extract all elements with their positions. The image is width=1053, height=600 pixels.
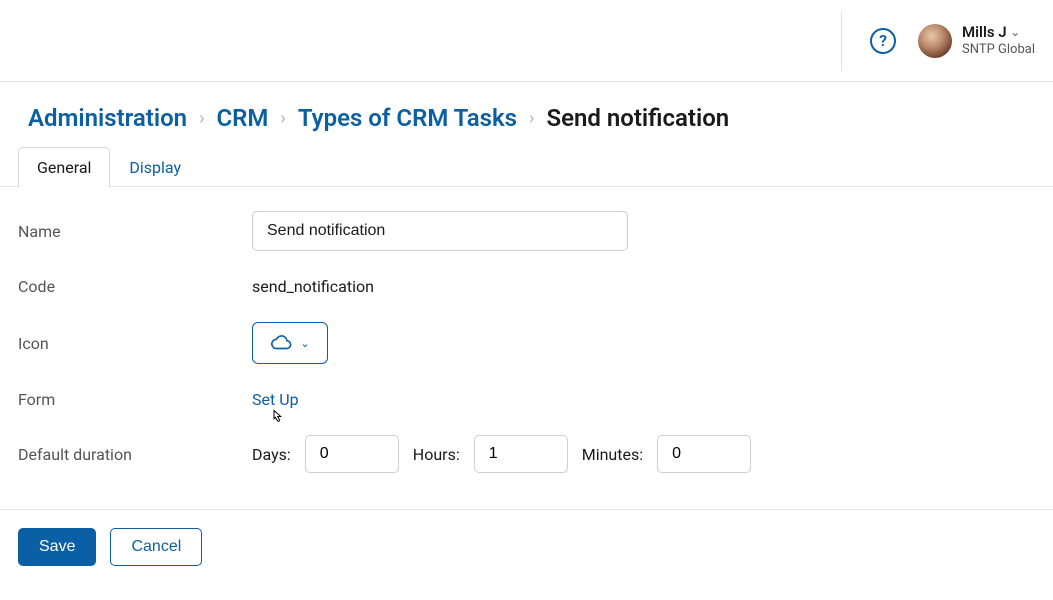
help-label: ? [879,31,887,50]
breadcrumb: Administration › CRM › Types of CRM Task… [0,82,1053,146]
breadcrumb-current: Send notification [546,104,729,132]
avatar [918,24,952,58]
days-input[interactable] [305,435,399,473]
tab-label: Display [129,158,181,177]
label-days: Days: [252,445,291,464]
row-form: Form Set Up [18,390,1035,409]
user-org: SNTP Global [962,42,1035,58]
label-code: Code [18,277,252,296]
row-duration: Default duration Days: Hours: Minutes: [18,435,1035,473]
top-header: ? Mills J ⌄ SNTP Global [0,0,1053,82]
save-button[interactable]: Save [18,528,96,566]
form-area: Name Code send_notification Icon ⌄ Form … [0,187,1053,509]
label-name: Name [18,222,252,241]
row-code: Code send_notification [18,277,1035,296]
tab-general[interactable]: General [18,147,110,187]
tab-bar: General Display [0,146,1053,187]
save-label: Save [39,538,75,556]
cloud-icon [270,332,292,354]
user-text: Mills J ⌄ SNTP Global [962,23,1035,58]
label-icon: Icon [18,334,252,353]
cancel-label: Cancel [131,538,181,556]
minutes-input[interactable] [657,435,751,473]
header-divider [841,11,842,71]
breadcrumb-types[interactable]: Types of CRM Tasks [298,104,517,132]
cancel-button[interactable]: Cancel [110,528,202,566]
icon-picker[interactable]: ⌄ [252,322,328,364]
chevron-down-icon: ⌄ [1011,26,1020,40]
help-icon[interactable]: ? [870,28,896,54]
breadcrumb-admin[interactable]: Administration [28,104,187,132]
label-minutes: Minutes: [582,445,643,464]
label-hours: Hours: [413,445,460,464]
setup-link[interactable]: Set Up [252,390,299,409]
label-form: Form [18,390,252,409]
chevron-right-icon: › [280,108,285,129]
hours-input[interactable] [474,435,568,473]
breadcrumb-crm[interactable]: CRM [216,104,268,132]
name-input[interactable] [252,211,628,251]
tab-display[interactable]: Display [110,147,200,187]
chevron-down-icon: ⌄ [300,337,309,350]
row-name: Name [18,211,1035,251]
chevron-right-icon: › [529,108,534,129]
user-menu[interactable]: Mills J ⌄ SNTP Global [918,23,1035,58]
tab-label: General [37,158,91,177]
code-value: send_notification [252,277,374,296]
label-duration: Default duration [18,445,252,464]
cursor-icon [268,408,286,433]
footer: Save Cancel [0,509,1053,584]
chevron-right-icon: › [199,108,204,129]
user-name: Mills J [962,23,1007,42]
row-icon: Icon ⌄ [18,322,1035,364]
